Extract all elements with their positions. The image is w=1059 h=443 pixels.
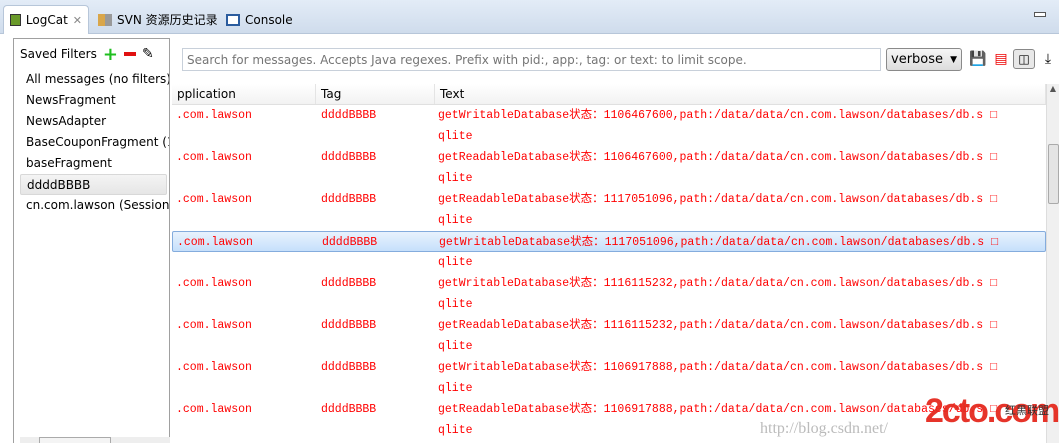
table-row-continuation[interactable]: qlite: [172, 336, 1046, 357]
cell-application: .com.lawson: [176, 193, 252, 206]
cell-text: getReadableDatabase状态：1117051096,path:/d…: [438, 193, 997, 206]
cell-tag: ddddBBBB: [321, 403, 377, 416]
cell-text: getWritableDatabase状态：1106467600,path:/d…: [438, 109, 997, 122]
column-application[interactable]: pplication: [172, 84, 316, 104]
logcat-icon: [10, 14, 21, 26]
tab-console[interactable]: Console: [220, 5, 299, 34]
save-icon[interactable]: 💾: [969, 50, 987, 68]
table-row[interactable]: .com.lawson ddddBBBB getReadableDatabase状态…: [172, 399, 1046, 420]
table-row-continuation[interactable]: qlite: [172, 168, 1046, 189]
view-tab-bar: LogCat ✕ SVN 资源历史记录 Console: [0, 0, 1059, 34]
log-table: pplication Tag Text .com.lawson ddddBBBB g…: [172, 84, 1046, 443]
table-header: pplication Tag Text: [172, 84, 1046, 105]
table-row-continuation[interactable]: qlite: [172, 378, 1046, 399]
minimize-button[interactable]: [1034, 12, 1046, 17]
cell-application: .com.lawson: [176, 277, 252, 290]
add-filter-icon[interactable]: +: [103, 44, 118, 65]
log-level-select[interactable]: verbose ▼: [886, 48, 962, 71]
watermark-tagline: 红黑联盟: [1005, 404, 1049, 417]
cell-tag: ddddBBBB: [321, 193, 377, 206]
cell-tag: ddddBBBB: [321, 319, 377, 332]
filter-item[interactable]: NewsFragment: [14, 90, 169, 111]
filter-item[interactable]: NewsAdapter: [14, 111, 169, 132]
table-row-continuation[interactable]: qlite: [172, 252, 1046, 273]
chevron-down-icon: ▼: [950, 54, 957, 65]
table-row[interactable]: .com.lawson ddddBBBB getWritableDatabase状态…: [172, 273, 1046, 294]
filter-item[interactable]: All messages (no filters): [14, 69, 169, 90]
tab-label: Console: [245, 12, 293, 27]
filter-item[interactable]: cn.com.lawson (Session: [14, 195, 169, 216]
cell-tag: ddddBBBB: [321, 361, 377, 374]
cell-text: getReadableDatabase状态：1106467600,path:/d…: [438, 151, 997, 164]
cell-text: getWritableDatabase状态：1106917888,path:/d…: [438, 361, 997, 374]
filter-item[interactable]: baseFragment: [14, 153, 169, 174]
cell-application: .com.lawson: [176, 109, 252, 122]
cell-tag: ddddBBBB: [321, 277, 377, 290]
cell-text: getWritableDatabase状态：1116115232,path:/d…: [438, 277, 997, 290]
table-row[interactable]: .com.lawson ddddBBBB getReadableDatabase状态…: [172, 189, 1046, 210]
cell-text: qlite: [438, 172, 473, 185]
filter-item[interactable]: ddddBBBB: [20, 174, 167, 195]
saved-filters-title: Saved Filters: [20, 47, 97, 61]
table-row[interactable]: .com.lawson ddddBBBB getWritableDatabase状态…: [172, 231, 1046, 252]
table-row-continuation[interactable]: qlite: [172, 126, 1046, 147]
log-level-value: verbose: [891, 52, 944, 67]
watermark-url: http://blog.csdn.net/: [760, 420, 888, 437]
cell-application: .com.lawson: [176, 403, 252, 416]
cell-text: getReadableDatabase状态：1116115232,path:/d…: [438, 319, 997, 332]
cell-application: .com.lawson: [176, 151, 252, 164]
table-row-continuation[interactable]: qlite: [172, 294, 1046, 315]
column-text[interactable]: Text: [435, 84, 1046, 104]
cell-tag: ddddBBBB: [321, 109, 377, 122]
table-row-continuation[interactable]: qlite: [172, 420, 1046, 441]
table-row-continuation[interactable]: qlite: [172, 210, 1046, 231]
cell-application: .com.lawson: [177, 236, 253, 249]
svn-history-icon: [98, 13, 112, 26]
cell-text: qlite: [438, 214, 473, 227]
cell-text: getWritableDatabase状态：1117051096,path:/d…: [439, 236, 998, 249]
remove-filter-icon[interactable]: [123, 52, 136, 56]
scroll-lock-icon[interactable]: ⤓: [1039, 50, 1057, 68]
close-icon[interactable]: ✕: [73, 14, 82, 27]
horizontal-scrollbar[interactable]: [20, 437, 170, 443]
filter-item[interactable]: BaseCouponFragment (1: [14, 132, 169, 153]
search-input[interactable]: [182, 48, 881, 71]
clear-log-icon[interactable]: ▤: [992, 50, 1010, 68]
table-row[interactable]: .com.lawson ddddBBBB getReadableDatabase状态…: [172, 315, 1046, 336]
tab-label: LogCat: [25, 13, 68, 27]
cell-application: .com.lawson: [176, 319, 252, 332]
saved-filters-panel: Saved Filters + ✎ All messages (no filte…: [13, 38, 170, 443]
cell-tag: ddddBBBB: [321, 151, 377, 164]
tab-logcat[interactable]: LogCat ✕: [3, 5, 89, 34]
cell-text: qlite: [438, 256, 473, 269]
edit-filter-icon[interactable]: ✎: [142, 46, 154, 62]
console-icon: [226, 13, 240, 26]
vertical-scrollbar[interactable]: ▲: [1046, 84, 1059, 443]
scrollbar-thumb[interactable]: [1048, 144, 1059, 204]
cell-text: qlite: [438, 130, 473, 143]
column-tag[interactable]: Tag: [316, 84, 435, 104]
cell-tag: ddddBBBB: [322, 236, 378, 249]
tab-svn-history[interactable]: SVN 资源历史记录: [92, 5, 224, 34]
table-row[interactable]: .com.lawson ddddBBBB getReadableDatabase状态…: [172, 147, 1046, 168]
cell-text: qlite: [438, 298, 473, 311]
cell-text: qlite: [438, 340, 473, 353]
toggle-filters-icon[interactable]: ◫: [1013, 49, 1035, 69]
cell-application: .com.lawson: [176, 361, 252, 374]
tab-label: SVN 资源历史记录: [117, 13, 218, 27]
table-row[interactable]: .com.lawson ddddBBBB getWritableDatabase状态…: [172, 357, 1046, 378]
table-row[interactable]: .com.lawson ddddBBBB getWritableDatabase状态…: [172, 105, 1046, 126]
